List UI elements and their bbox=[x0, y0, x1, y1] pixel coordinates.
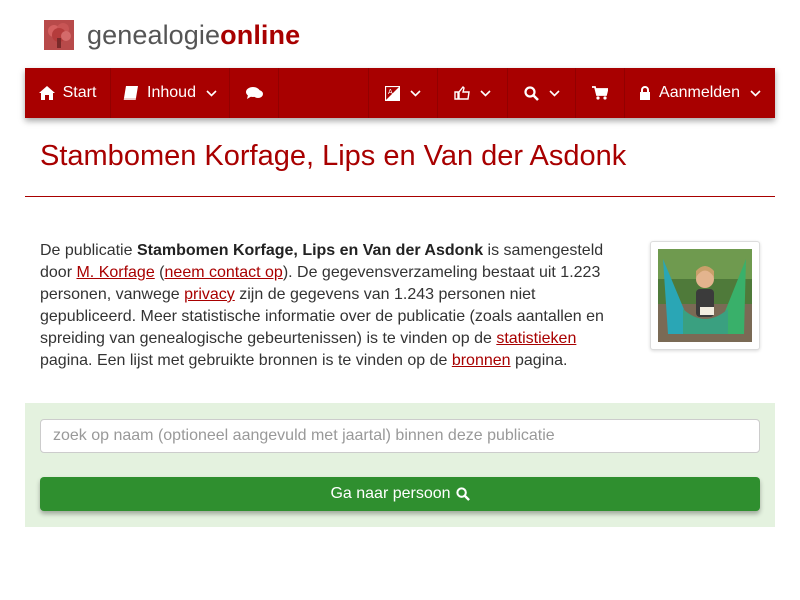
nav-language[interactable]: A bbox=[369, 68, 437, 118]
contact-link[interactable]: neem contact op bbox=[165, 264, 283, 281]
author-avatar bbox=[658, 249, 752, 342]
chevron-down-icon bbox=[548, 89, 560, 97]
intro-text: pagina. bbox=[510, 352, 568, 369]
privacy-link[interactable]: privacy bbox=[184, 286, 235, 303]
main-navbar: Start Inhoud A Aanmelden bbox=[25, 68, 775, 118]
chevron-down-icon bbox=[750, 89, 761, 97]
chevron-down-icon bbox=[410, 89, 421, 97]
logo-text-genealogie: genealogie bbox=[87, 19, 221, 50]
nav-search[interactable] bbox=[508, 68, 575, 118]
nav-login-label: Aanmelden bbox=[659, 84, 740, 101]
cart-icon bbox=[592, 86, 608, 100]
intro-text: ( bbox=[154, 264, 165, 281]
go-to-person-button[interactable]: Ga naar persoon bbox=[40, 477, 760, 511]
thumbs-up-icon bbox=[454, 86, 470, 100]
person-search-panel: Ga naar persoon bbox=[25, 403, 775, 527]
statistics-link[interactable]: statistieken bbox=[496, 330, 576, 347]
publication-intro: De publicatie Stambomen Korfage, Lips en… bbox=[40, 240, 620, 372]
tree-icon bbox=[44, 20, 74, 50]
sources-link[interactable]: bronnen bbox=[452, 352, 511, 369]
publication-name: Stambomen Korfage, Lips en Van der Asdon… bbox=[136, 242, 484, 259]
svg-text:A: A bbox=[388, 89, 393, 96]
go-to-person-label: Ga naar persoon bbox=[330, 485, 451, 502]
nav-inhoud[interactable]: Inhoud bbox=[111, 68, 229, 118]
person-search-input[interactable] bbox=[40, 419, 760, 453]
nav-login[interactable]: Aanmelden bbox=[625, 68, 775, 118]
nav-inhoud-label: Inhoud bbox=[147, 84, 196, 101]
comments-icon bbox=[245, 87, 263, 99]
chevron-down-icon bbox=[480, 89, 491, 97]
title-divider bbox=[25, 196, 775, 197]
nav-start[interactable]: Start bbox=[25, 68, 110, 118]
home-icon bbox=[38, 86, 55, 100]
nav-start-label: Start bbox=[62, 84, 97, 101]
intro-text: pagina. Een lijst met gebruikte bronnen … bbox=[40, 352, 452, 369]
logo-text-online: online bbox=[220, 19, 301, 50]
author-link[interactable]: M. Korfage bbox=[76, 264, 154, 281]
intro-text: De publicatie bbox=[40, 242, 137, 259]
nav-cart[interactable] bbox=[576, 68, 624, 118]
lock-icon bbox=[640, 86, 651, 100]
book-icon bbox=[123, 86, 139, 100]
page-title: Stambomen Korfage, Lips en Van der Asdon… bbox=[40, 140, 627, 172]
site-logo[interactable]: genealogieonline bbox=[44, 18, 300, 52]
author-photo[interactable] bbox=[650, 241, 760, 350]
nav-recommend[interactable] bbox=[438, 68, 507, 118]
chevron-down-icon bbox=[206, 89, 217, 97]
search-icon bbox=[523, 85, 539, 101]
search-icon bbox=[455, 487, 470, 501]
language-icon: A bbox=[385, 85, 400, 101]
nav-forum[interactable] bbox=[230, 68, 278, 118]
